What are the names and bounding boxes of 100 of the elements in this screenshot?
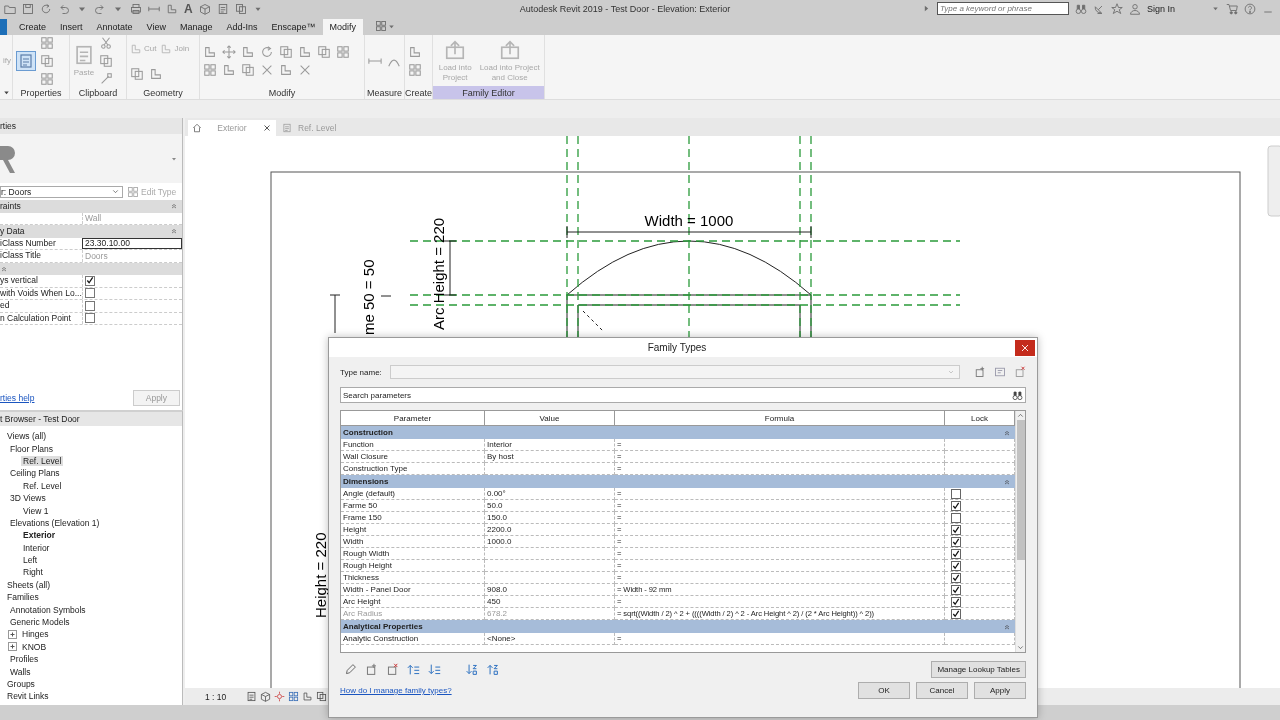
windows-icon[interactable] xyxy=(234,2,247,15)
lookup-tables-button[interactable]: Manage Lookup Tables xyxy=(931,660,1026,678)
parameter-value[interactable]: 2200.0 xyxy=(485,524,615,536)
ribbon-tab[interactable]: Add-Ins xyxy=(219,19,265,35)
tree-item[interactable]: Hinges xyxy=(20,629,51,640)
lock-checkbox[interactable] xyxy=(951,572,961,583)
help-link[interactable]: rties help xyxy=(0,393,35,403)
dimension-label[interactable]: me 50 = 50 xyxy=(360,259,377,335)
tree-item[interactable]: Generic Models xyxy=(8,617,72,628)
help-icon[interactable] xyxy=(1244,2,1256,15)
sun-icon[interactable] xyxy=(274,691,286,702)
group-header[interactable]: raints xyxy=(0,200,182,213)
binoculars-icon[interactable] xyxy=(1074,2,1087,15)
group-header[interactable]: Analytical Properties xyxy=(341,620,1015,633)
grid-icon[interactable] xyxy=(408,62,422,77)
collapse-icon[interactable] xyxy=(170,202,178,211)
sync-icon[interactable] xyxy=(40,2,52,15)
ribbon-tab[interactable]: Modify xyxy=(322,19,364,35)
search-field[interactable]: Search parameters xyxy=(340,387,1026,403)
expand-icon[interactable] xyxy=(8,642,17,652)
tree-item[interactable]: Profiles xyxy=(8,654,41,665)
parameter-value[interactable]: <None> xyxy=(485,633,615,645)
folder-icon[interactable] xyxy=(4,2,16,15)
redo-icon[interactable] xyxy=(94,2,106,15)
parameter-value[interactable]: By host xyxy=(485,451,615,463)
rotate-icon[interactable] xyxy=(260,44,274,59)
star-icon[interactable] xyxy=(1110,2,1123,15)
print-icon[interactable] xyxy=(130,2,142,15)
dialog-button[interactable]: OK xyxy=(858,682,910,699)
tree-item[interactable]: Left xyxy=(21,555,40,566)
add-icon[interactable] xyxy=(365,662,378,676)
tree-item[interactable]: KNOB xyxy=(20,641,49,652)
text-tool-button[interactable]: A xyxy=(184,1,193,16)
delete-icon[interactable] xyxy=(386,662,399,676)
window-icon[interactable] xyxy=(40,53,54,68)
properties-icon[interactable] xyxy=(216,2,229,15)
checkbox[interactable] xyxy=(85,300,95,311)
sign-in-link[interactable]: Sign In xyxy=(1146,3,1175,14)
undo-icon[interactable] xyxy=(58,2,70,15)
ribbon-tab[interactable]: Insert xyxy=(53,19,90,35)
mirror-icon[interactable] xyxy=(279,44,293,59)
dimension-line[interactable] xyxy=(329,294,392,334)
3d-view-icon[interactable] xyxy=(198,2,211,15)
group-header[interactable]: y Data xyxy=(0,225,182,238)
parameter-value[interactable]: 450 xyxy=(485,596,615,608)
trim-icon[interactable] xyxy=(298,44,312,59)
grid-icon[interactable] xyxy=(40,35,54,50)
sort-descending-icon[interactable] xyxy=(486,662,499,676)
ribbon-tab[interactable]: Enscape™ xyxy=(264,19,323,35)
copy-icon[interactable] xyxy=(130,67,144,82)
detail-level-icon[interactable] xyxy=(246,691,258,702)
tree-item[interactable]: Annotation Symbols xyxy=(8,604,88,615)
group-header[interactable]: Dimensions xyxy=(341,475,1015,488)
ribbon-tab[interactable]: Manage xyxy=(172,19,220,35)
user-icon[interactable] xyxy=(1128,2,1141,15)
lock-checkbox[interactable] xyxy=(951,548,961,559)
lock-checkbox[interactable] xyxy=(951,500,961,511)
lock-checkbox[interactable] xyxy=(951,536,961,547)
close-button[interactable] xyxy=(1015,339,1035,356)
brush-icon[interactable] xyxy=(99,71,113,86)
tree-item[interactable]: Walls xyxy=(8,666,33,677)
dimension[interactable]: Width = 1000 xyxy=(566,212,812,239)
parameter-value[interactable]: 0.00° xyxy=(485,488,615,500)
move-icon[interactable] xyxy=(222,44,236,59)
ribbon-tab[interactable]: Create xyxy=(12,19,53,35)
checkbox[interactable] xyxy=(85,288,95,299)
parameter-value[interactable]: Interior xyxy=(485,439,615,451)
copy-icon[interactable] xyxy=(99,53,113,68)
checkbox[interactable] xyxy=(85,275,95,286)
caret-icon[interactable] xyxy=(1,88,11,97)
tree-item[interactable]: Groups xyxy=(5,679,37,689)
type-selector[interactable]: r: Doors xyxy=(0,185,123,198)
new-type-icon[interactable] xyxy=(974,366,986,378)
reference-line[interactable] xyxy=(409,294,961,296)
save-icon[interactable] xyxy=(22,2,34,15)
checkbox[interactable] xyxy=(85,313,95,324)
visual-style-icon[interactable] xyxy=(260,691,272,702)
tree-item[interactable]: Ref. Level xyxy=(21,480,64,491)
tree-item[interactable]: Revit Links xyxy=(5,691,51,702)
parameter-value[interactable]: 50.0 xyxy=(485,500,615,512)
column-header[interactable]: Parameter xyxy=(341,411,485,425)
expand-icon[interactable] xyxy=(8,629,17,639)
ribbon-tab[interactable]: Annotate xyxy=(89,19,140,35)
lock-checkbox[interactable] xyxy=(951,488,961,499)
move-up-icon[interactable] xyxy=(407,662,420,676)
dimension-label[interactable]: Height = 220 xyxy=(312,532,329,618)
parameter-value[interactable]: 1000.0 xyxy=(485,536,615,548)
scroll-down-icon[interactable] xyxy=(1016,643,1025,652)
tree-item[interactable]: Exterior xyxy=(21,530,58,541)
tree-item[interactable]: Sheets (all) xyxy=(5,579,52,590)
scissors-icon[interactable] xyxy=(99,35,113,50)
ribbon-tab[interactable]: View xyxy=(139,19,173,35)
tree-item[interactable]: 3D Views xyxy=(8,493,48,504)
delete-type-icon[interactable] xyxy=(1014,366,1026,378)
offset-icon[interactable] xyxy=(241,44,255,59)
tree-item[interactable]: View 1 xyxy=(21,505,51,516)
collapse-icon[interactable] xyxy=(1003,622,1011,631)
scroll-up-icon[interactable] xyxy=(1016,411,1025,420)
lock-checkbox[interactable] xyxy=(951,584,961,595)
split-icon[interactable] xyxy=(317,44,331,59)
